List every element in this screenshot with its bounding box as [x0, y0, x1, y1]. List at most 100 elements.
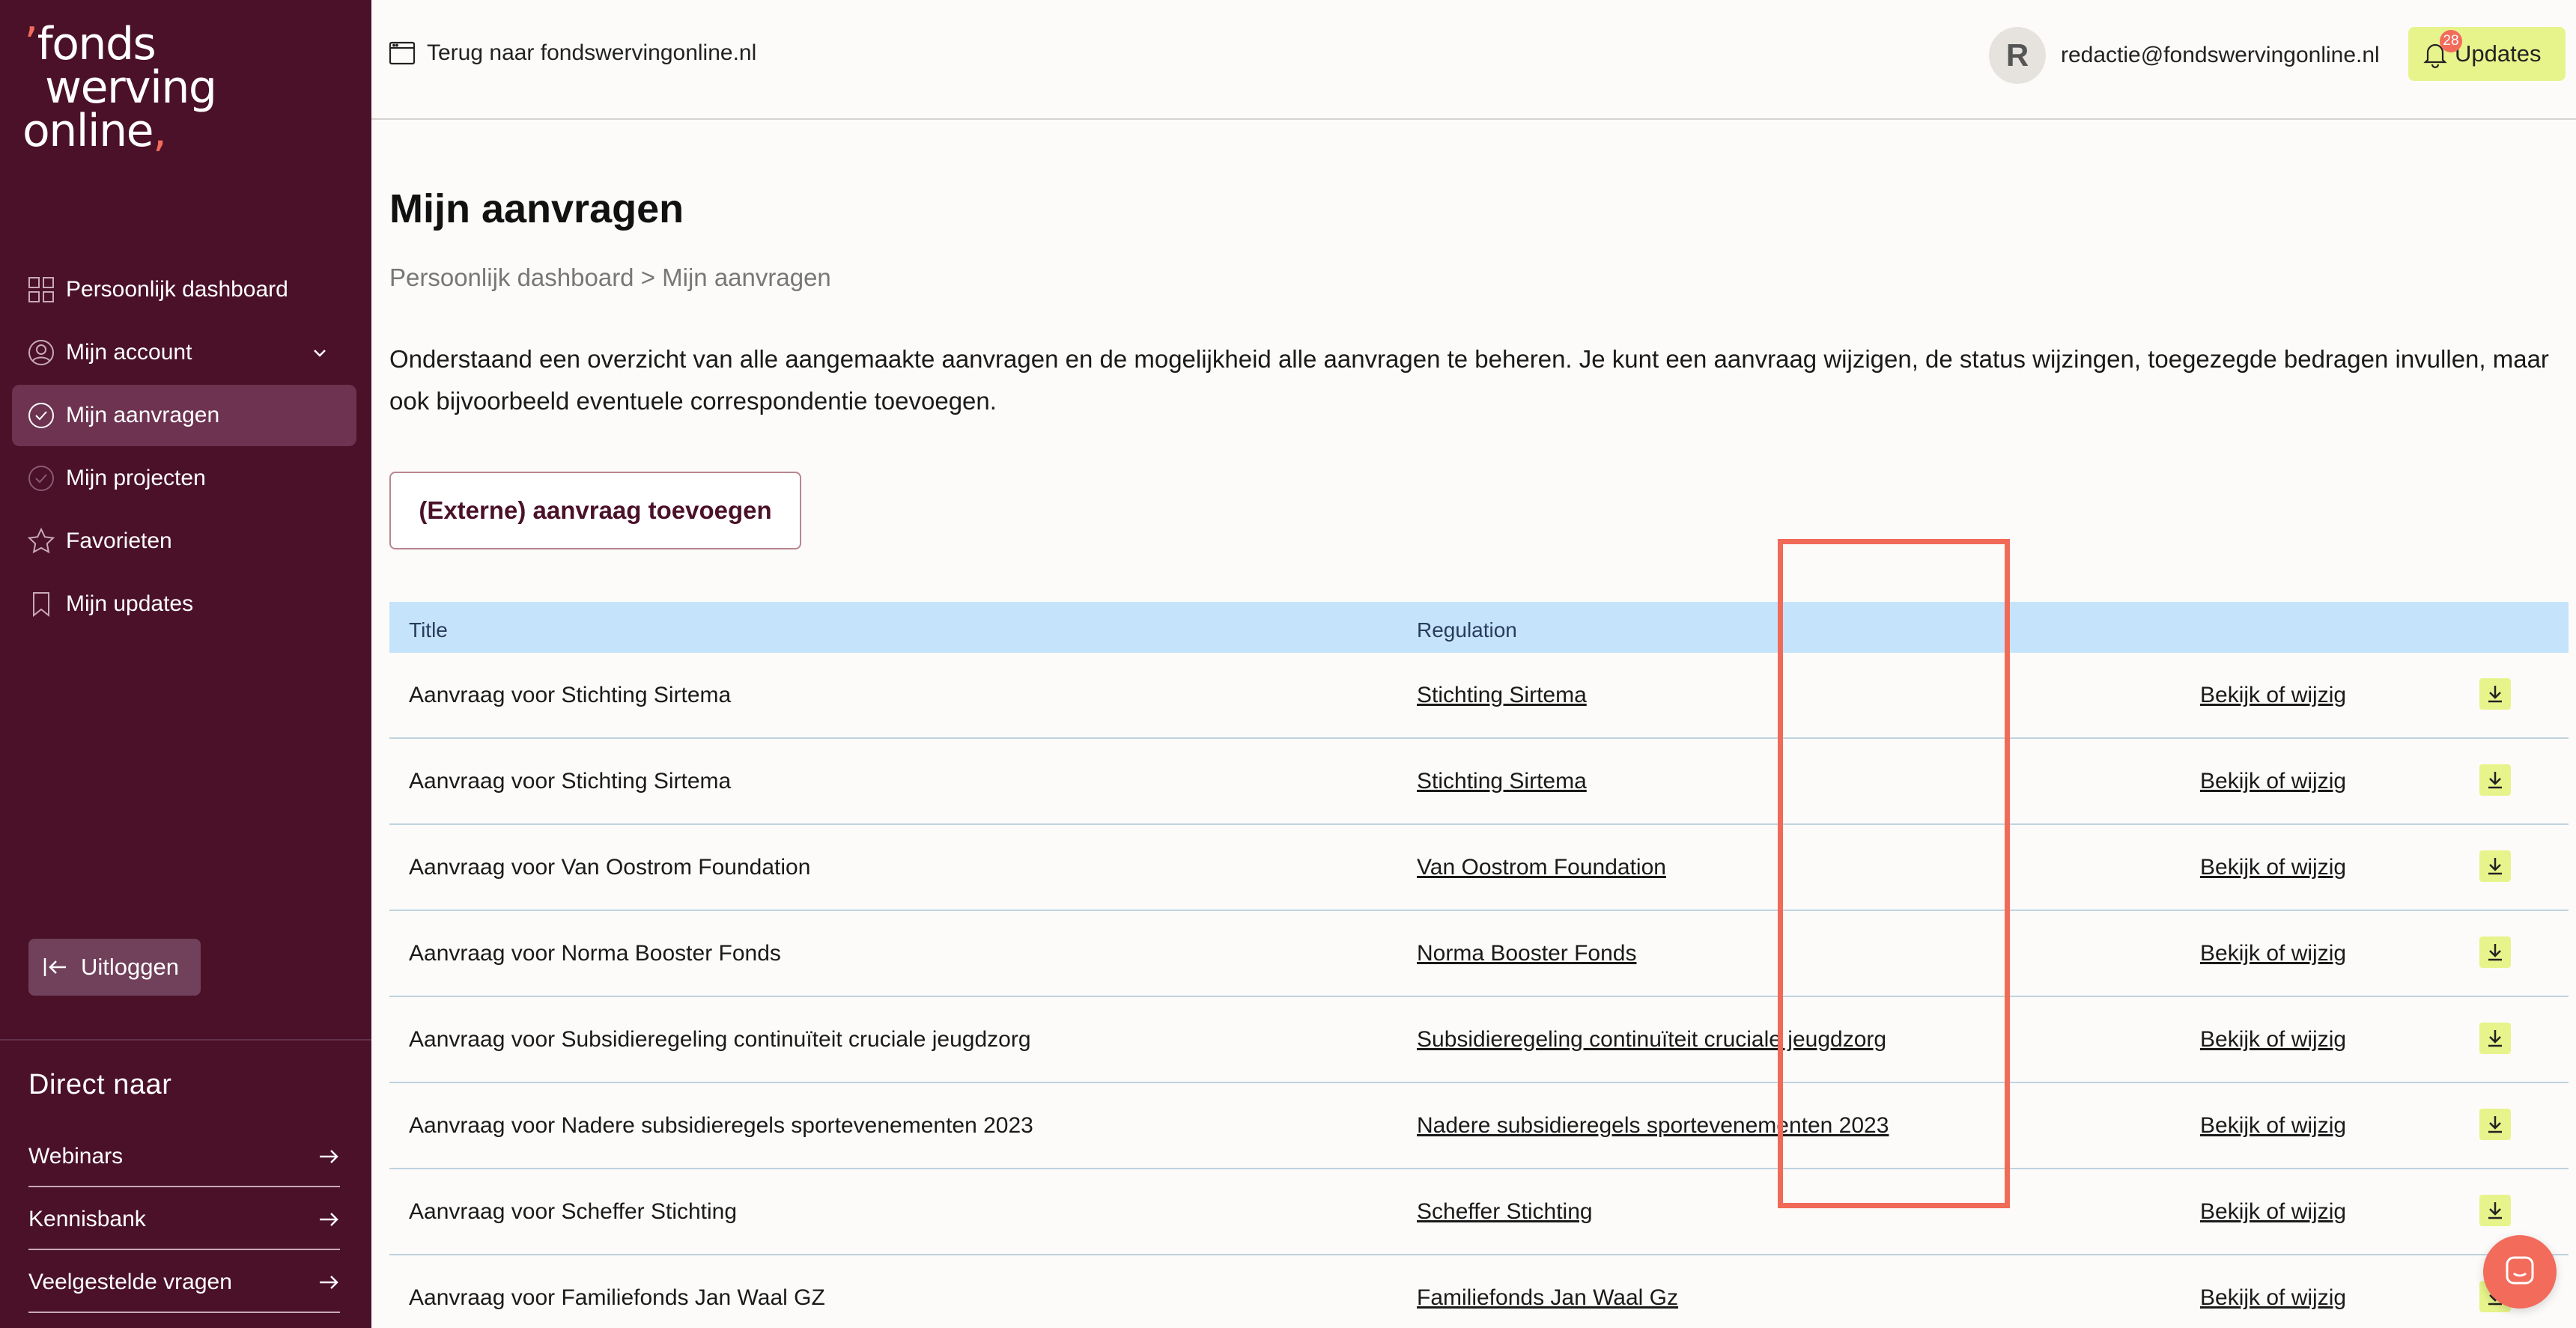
view-edit-link[interactable]: Bekijk of wijzig	[2200, 1113, 2346, 1139]
avatar: R	[1989, 27, 2046, 84]
view-edit-link[interactable]: Bekijk of wijzig	[2200, 1285, 2346, 1311]
row-title: Aanvraag voor Nadere subsidieregels spor…	[409, 1113, 1033, 1138]
table-row: Aanvraag voor Van Oostrom Foundation Van …	[389, 825, 2569, 911]
download-icon	[2488, 944, 2502, 961]
download-icon	[2488, 1202, 2502, 1219]
add-external-request-button[interactable]: (Externe) aanvraag toevoegen	[389, 472, 801, 549]
row-title: Aanvraag voor Van Oostrom Foundation	[409, 855, 811, 880]
download-button[interactable]	[2479, 1109, 2511, 1140]
check-circle-icon	[27, 401, 55, 430]
updates-count-badge: 28	[2440, 30, 2462, 52]
table-row: Aanvraag voor Nadere subsidieregels spor…	[389, 1083, 2569, 1169]
regulation-link[interactable]: Scheffer Stichting	[1417, 1199, 1593, 1225]
bookmark-icon	[27, 590, 55, 618]
download-button[interactable]	[2479, 936, 2511, 968]
browser-window-icon	[388, 39, 416, 67]
chevron-down-icon[interactable]	[309, 341, 331, 364]
sidebar: ʼfonds werving online, Persoonlijk dashb…	[0, 0, 371, 1328]
user-email: redactie@fondswervingonline.nl	[2061, 43, 2380, 67]
direct-links: Webinars Kennisbank Veelgestelde vragen	[28, 1124, 340, 1313]
direct-link-kennisbank[interactable]: Kennisbank	[28, 1187, 340, 1250]
download-button[interactable]	[2479, 678, 2511, 710]
table-row: Aanvraag voor Stichting Sirtema Stichting…	[389, 739, 2569, 825]
sidebar-item-dashboard[interactable]: Persoonlijk dashboard	[12, 259, 356, 320]
arrow-right-icon	[318, 1145, 340, 1168]
sidebar-item-aanvragen[interactable]: Mijn aanvragen	[12, 385, 356, 446]
updates-label: Updates	[2455, 40, 2542, 67]
row-title: Aanvraag voor Stichting Sirtema	[409, 683, 732, 707]
back-to-site-link[interactable]: Terug naar fondswervingonline.nl	[388, 39, 756, 67]
table-header: Title Regulation	[389, 602, 2569, 653]
sidebar-item-label: Persoonlijk dashboard	[66, 277, 288, 302]
direct-link-label: Kennisbank	[28, 1207, 146, 1231]
download-icon	[2488, 1116, 2502, 1133]
logout-button[interactable]: Uitloggen	[28, 939, 201, 996]
logo-line3: online	[22, 105, 154, 157]
user-menu[interactable]: R redactie@fondswervingonline.nl	[1989, 27, 2380, 84]
updates-button[interactable]: 28 Updates	[2408, 27, 2566, 81]
table-row: Aanvraag voor Scheffer Stichting Scheffer…	[389, 1169, 2569, 1255]
logout-label: Uitloggen	[81, 954, 179, 980]
user-icon	[27, 338, 55, 367]
table-row: Aanvraag voor Stichting Sirtema Stichting…	[389, 653, 2569, 739]
star-icon	[27, 527, 55, 555]
table-row: Aanvraag voor Subsidieregeling continuït…	[389, 997, 2569, 1083]
direct-link-webinars[interactable]: Webinars	[28, 1124, 340, 1187]
download-icon	[2488, 686, 2502, 703]
breadcrumb[interactable]: Persoonlijk dashboard > Mijn aanvragen	[389, 264, 831, 292]
table-body: Aanvraag voor Stichting Sirtema Stichting…	[389, 653, 2569, 1328]
column-header-regulation: Regulation	[1417, 618, 1517, 642]
download-icon	[2488, 858, 2502, 875]
topbar: Terug naar fondswervingonline.nl R redac…	[371, 0, 2576, 120]
view-edit-link[interactable]: Bekijk of wijzig	[2200, 683, 2346, 708]
regulation-link[interactable]: Nadere subsidieregels sportevenementen 2…	[1417, 1113, 1889, 1139]
sidebar-item-label: Favorieten	[66, 529, 172, 553]
row-title: Aanvraag voor Familiefonds Jan Waal GZ	[409, 1285, 825, 1310]
regulation-link[interactable]: Stichting Sirtema	[1417, 769, 1587, 794]
sidebar-item-favorieten[interactable]: Favorieten	[12, 511, 356, 572]
sidebar-item-updates[interactable]: Mijn updates	[12, 573, 356, 635]
download-button[interactable]	[2479, 1195, 2511, 1226]
regulation-link[interactable]: Stichting Sirtema	[1417, 683, 1587, 708]
view-edit-link[interactable]: Bekijk of wijzig	[2200, 1027, 2346, 1053]
sidebar-item-label: Mijn aanvragen	[66, 403, 220, 427]
sidebar-item-label: Mijn updates	[66, 591, 194, 616]
view-edit-link[interactable]: Bekijk of wijzig	[2200, 1199, 2346, 1225]
logo[interactable]: ʼfonds werving online,	[19, 22, 217, 153]
column-header-title: Title	[409, 618, 448, 642]
back-link-label: Terug naar fondswervingonline.nl	[427, 40, 757, 65]
check-circle-icon	[27, 464, 55, 493]
arrow-right-icon	[318, 1208, 340, 1231]
sidebar-item-label: Mijn projecten	[66, 466, 206, 490]
sidebar-item-projecten[interactable]: Mijn projecten	[12, 448, 356, 509]
download-icon	[2488, 1030, 2502, 1047]
row-title: Aanvraag voor Stichting Sirtema	[409, 769, 732, 794]
view-edit-link[interactable]: Bekijk of wijzig	[2200, 941, 2346, 966]
direct-naar-heading: Direct naar	[28, 1069, 172, 1100]
requests-table: Title Regulation Aanvraag voor Stichting…	[389, 602, 2569, 1328]
regulation-link[interactable]: Familiefonds Jan Waal Gz	[1417, 1285, 1678, 1311]
sidebar-item-account[interactable]: Mijn account	[12, 322, 356, 383]
download-button[interactable]	[2479, 850, 2511, 882]
grid-icon	[27, 275, 55, 304]
regulation-link[interactable]: Norma Booster Fonds	[1417, 941, 1636, 966]
view-edit-link[interactable]: Bekijk of wijzig	[2200, 855, 2346, 880]
download-button[interactable]	[2479, 764, 2511, 796]
table-row: Aanvraag voor Norma Booster Fonds Norma B…	[389, 911, 2569, 997]
intro-text: Onderstaand een overzicht van alle aange…	[389, 345, 2549, 415]
bell-icon: 28	[2420, 30, 2462, 69]
regulation-link[interactable]: Subsidieregeling continuïteit cruciale j…	[1417, 1027, 1886, 1053]
sidebar-divider	[0, 1039, 371, 1041]
row-title: Aanvraag voor Subsidieregeling continuït…	[409, 1027, 1031, 1052]
download-button[interactable]	[2479, 1023, 2511, 1054]
row-title: Aanvraag voor Scheffer Stichting	[409, 1199, 738, 1224]
chat-launcher-button[interactable]	[2483, 1235, 2557, 1309]
view-edit-link[interactable]: Bekijk of wijzig	[2200, 769, 2346, 794]
direct-link-label: Veelgestelde vragen	[28, 1270, 232, 1294]
row-title: Aanvraag voor Norma Booster Fonds	[409, 941, 781, 966]
direct-link-faq[interactable]: Veelgestelde vragen	[28, 1250, 340, 1313]
table-row: Aanvraag voor Familiefonds Jan Waal GZ Fa…	[389, 1255, 2569, 1328]
regulation-link[interactable]: Van Oostrom Foundation	[1417, 855, 1666, 880]
sidebar-nav: Persoonlijk dashboard Mijn account Mijn …	[12, 259, 356, 636]
logo-line2: werving	[45, 61, 217, 114]
